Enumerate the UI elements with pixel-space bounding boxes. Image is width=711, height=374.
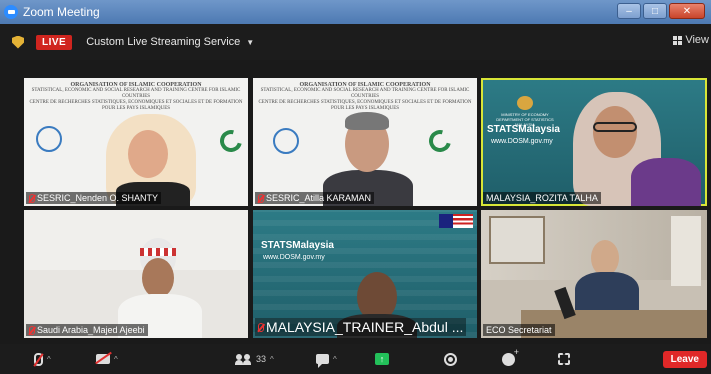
shemagh-pattern [140, 248, 176, 256]
muted-mic-icon [258, 322, 264, 332]
participant-name-tag: Saudi Arabia_Majed Ajeebi [26, 324, 148, 336]
participant-name-tag: MALAYSIA_ROZITA TALHA [483, 192, 601, 204]
meeting-toolbar: ^ ^ 33 ^ ^ ↑ Leave [0, 344, 711, 374]
chevron-up-icon[interactable]: ^ [333, 355, 337, 364]
grid-view-icon [673, 35, 683, 45]
window-controls: – □ ✕ [617, 3, 705, 19]
participant-face [128, 130, 168, 178]
video-tile-4[interactable]: Saudi Arabia_Majed Ajeebi [24, 210, 248, 338]
maximize-button[interactable]: □ [643, 3, 667, 19]
fullscreen-button[interactable] [558, 350, 570, 368]
participant-face [142, 258, 174, 298]
video-tile-1[interactable]: ORGANISATION OF ISLAMIC COOPERATION STAT… [24, 78, 248, 206]
participants-icon [235, 353, 252, 365]
participant-name-tag: SESRIC_Atilla KARAMAN [255, 192, 375, 204]
participant-name-tag: MALAYSIA_TRAINER_Abdul ... [255, 318, 467, 336]
sesric-logo-icon [36, 126, 62, 152]
meeting-top-bar: LIVE Custom Live Streaming Service ▼ Vie… [0, 24, 711, 60]
chat-icon [316, 354, 329, 368]
oic-crescent-icon [424, 125, 456, 157]
video-off-icon [96, 354, 110, 364]
security-shield-icon[interactable] [12, 35, 24, 49]
wall-frame [489, 216, 545, 264]
reactions-button[interactable] [502, 347, 519, 368]
participant-hair [345, 112, 389, 130]
chevron-up-icon[interactable]: ^ [270, 355, 274, 364]
dosm-url-text: www.DOSM.gov.my [491, 138, 553, 145]
reactions-icon [502, 347, 519, 366]
title-bar: Zoom Meeting – □ ✕ [0, 0, 711, 24]
glasses-icon [593, 122, 637, 132]
view-label: View [685, 34, 709, 46]
chevron-up-icon[interactable]: ^ [47, 355, 51, 364]
stats-malaysia-brand: STATSMalaysia [261, 240, 334, 251]
oic-banner: ORGANISATION OF ISLAMIC COOPERATION STAT… [258, 82, 472, 111]
record-icon [444, 352, 457, 366]
chat-button[interactable]: ^ [316, 350, 337, 368]
chevron-down-icon[interactable]: ▼ [246, 38, 254, 47]
zoom-window: Zoom Meeting – □ ✕ LIVE Custom Live Stre… [0, 0, 711, 374]
malaysia-crest-icon [517, 96, 533, 110]
participant-clothes [631, 158, 701, 206]
oic-crescent-icon [215, 125, 247, 157]
close-button[interactable]: ✕ [669, 3, 705, 19]
eco-flag [671, 216, 701, 286]
record-button[interactable] [444, 350, 457, 368]
muted-mic-icon [29, 325, 35, 335]
stats-malaysia-brand: STATSMalaysia [487, 124, 560, 135]
participants-button[interactable]: 33 ^ [235, 350, 274, 368]
leave-button[interactable]: Leave [662, 351, 707, 368]
chevron-up-icon[interactable]: ^ [114, 355, 118, 364]
start-video-button[interactable]: ^ [96, 350, 118, 368]
participant-name-tag: ECO Secretariat [483, 324, 555, 336]
muted-mic-icon [29, 193, 35, 203]
participant-name-tag: SESRIC_Nenden O. SHANTY [26, 192, 162, 204]
mic-muted-icon [34, 352, 43, 366]
share-screen-button[interactable]: ↑ [375, 350, 389, 368]
sesric-logo-icon [273, 128, 299, 154]
participant-face [593, 106, 637, 158]
share-screen-icon: ↑ [375, 353, 389, 365]
dosm-url-text: www.DOSM.gov.my [263, 254, 325, 261]
fullscreen-icon [558, 353, 570, 365]
video-tile-2[interactable]: ORGANISATION OF ISLAMIC COOPERATION STAT… [253, 78, 477, 206]
participant-face [591, 240, 619, 276]
video-tile-3[interactable]: MINISTRY OF ECONOMY DEPARTMENT OF STATIS… [481, 78, 707, 206]
mute-button[interactable]: ^ [34, 350, 51, 368]
window-title: Zoom Meeting [23, 5, 100, 19]
view-button[interactable]: View [673, 34, 709, 46]
video-tile-6[interactable]: ECO Secretariat [481, 210, 707, 338]
live-badge[interactable]: LIVE [36, 34, 73, 50]
oic-banner: ORGANISATION OF ISLAMIC COOPERATION STAT… [29, 82, 243, 111]
malaysia-flag-icon [439, 214, 473, 228]
live-stream-service-label[interactable]: Custom Live Streaming Service [86, 36, 240, 48]
muted-mic-icon [258, 193, 264, 203]
video-tile-5[interactable]: STATSMalaysia www.DOSM.gov.my MALAYSIA_T… [253, 210, 477, 338]
participants-count: 33 [256, 354, 267, 364]
zoom-logo-icon [4, 5, 18, 19]
minimize-button[interactable]: – [617, 3, 641, 19]
